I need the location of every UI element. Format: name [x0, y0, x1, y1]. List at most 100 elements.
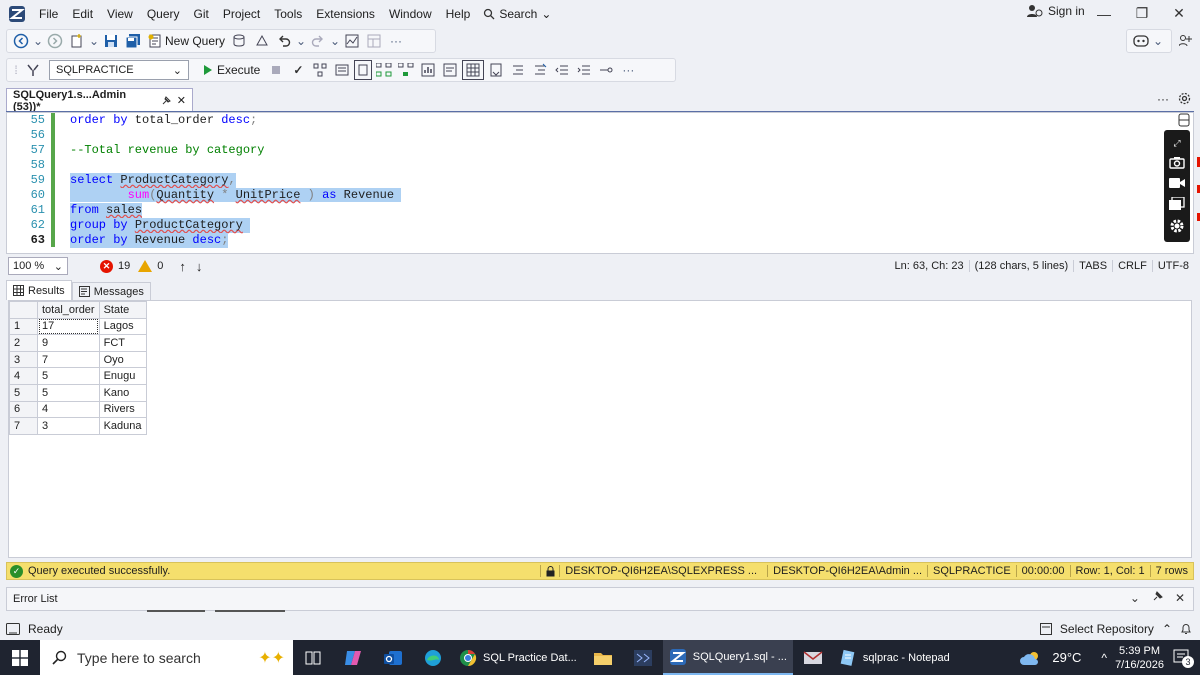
error-list-panel[interactable]: Error List ⌄ ✕	[6, 587, 1194, 612]
video-camera-icon[interactable]	[1169, 177, 1185, 189]
table-row[interactable]: 2 9 FCT	[9, 334, 147, 352]
table-row[interactable]: 4 5 Enugu	[9, 367, 147, 385]
database-selector[interactable]: SQLPRACTICE ⌄	[49, 60, 189, 80]
table-cell[interactable]: Enugu	[98, 367, 147, 385]
chevron-down-icon[interactable]: ⌄	[1153, 31, 1163, 51]
table-row[interactable]: 6 4 Rivers	[9, 400, 147, 419]
new-query-button[interactable]: New Query	[145, 34, 228, 48]
table-cell[interactable]: 17	[37, 317, 100, 336]
visual-studio-icon[interactable]	[623, 640, 663, 675]
database-query-icon[interactable]	[230, 31, 250, 51]
chevron-down-icon[interactable]: ⌄	[89, 31, 99, 51]
minimize-button[interactable]: —	[1085, 0, 1123, 27]
menu-edit[interactable]: Edit	[65, 3, 100, 25]
forward-icon[interactable]	[45, 31, 65, 51]
table-row[interactable]: 3 7 Oyo	[9, 350, 147, 369]
redo-icon[interactable]	[308, 31, 328, 51]
zoom-selector[interactable]: 100 % ⌄	[8, 257, 68, 275]
live-query-stats-icon[interactable]	[396, 60, 416, 80]
table-cell[interactable]: 5	[37, 383, 100, 402]
camera-icon[interactable]	[1169, 156, 1185, 170]
outlook-app-icon[interactable]	[373, 640, 413, 675]
query-options-icon[interactable]	[332, 60, 352, 80]
activity-monitor-icon[interactable]	[342, 31, 362, 51]
menu-view[interactable]: View	[100, 3, 140, 25]
window-layout-icon[interactable]	[364, 31, 384, 51]
chevron-down-icon[interactable]: ⌄	[1130, 591, 1140, 605]
analysis-query-icon[interactable]	[252, 31, 272, 51]
close-tab-icon[interactable]: ✕	[177, 94, 186, 107]
share-icon[interactable]	[1176, 30, 1196, 50]
gear-icon[interactable]	[1169, 218, 1185, 234]
table-row[interactable]: 7 3 Kaduna	[9, 417, 147, 435]
table-row[interactable]: 5 5 Kano	[9, 383, 147, 402]
table-cell[interactable]: Oyo	[98, 350, 147, 369]
table-row[interactable]: 1 17 Lagos	[9, 317, 147, 336]
column-header[interactable]: total_order	[37, 301, 100, 319]
copilot-app-icon[interactable]	[333, 640, 373, 675]
search-menu[interactable]: Search ⌄	[477, 7, 557, 21]
sign-in-button[interactable]: Sign in	[1027, 4, 1085, 18]
specify-values-icon[interactable]	[596, 60, 616, 80]
copilot-icon[interactable]	[1131, 31, 1151, 51]
close-icon[interactable]: ✕	[1175, 591, 1185, 605]
table-cell[interactable]: 5	[37, 367, 100, 385]
close-window-button[interactable]: ✕	[1160, 0, 1198, 27]
select-repository[interactable]: Select Repository	[1060, 622, 1154, 636]
chevron-down-icon[interactable]: ⌄	[296, 31, 306, 51]
edge-app-icon[interactable]	[413, 640, 453, 675]
menu-tools[interactable]: Tools	[267, 3, 309, 25]
menu-query[interactable]: Query	[140, 3, 187, 25]
include-actual-plan-icon[interactable]	[374, 60, 394, 80]
results-grid[interactable]: total_order State 1 17 Lagos 2 9 FCT 3 7…	[9, 301, 147, 435]
decrease-indent-icon[interactable]	[552, 60, 572, 80]
execute-button[interactable]: Execute	[199, 63, 264, 77]
more-options-icon[interactable]: ···	[618, 60, 638, 80]
menu-help[interactable]: Help	[439, 3, 478, 25]
menu-project[interactable]: Project	[216, 3, 267, 25]
parse-check-icon[interactable]: ✓	[288, 60, 308, 80]
split-editor-icon[interactable]	[1177, 113, 1191, 127]
chevron-up-icon[interactable]: ^	[1101, 651, 1107, 665]
save-icon[interactable]	[101, 31, 121, 51]
tab-overflow-icon[interactable]: ···	[1157, 92, 1169, 106]
pin-icon[interactable]	[1152, 591, 1163, 605]
pin-icon[interactable]	[161, 95, 171, 106]
back-icon[interactable]	[11, 31, 31, 51]
intellisense-icon[interactable]	[354, 60, 373, 80]
chevron-down-icon[interactable]: ⌄	[33, 31, 43, 51]
notification-bell-icon[interactable]	[1180, 623, 1192, 635]
display-plan-icon[interactable]	[310, 60, 330, 80]
menu-git[interactable]: Git	[187, 3, 216, 25]
warning-count[interactable]: 0	[138, 260, 163, 272]
task-sqlquery1[interactable]: SQLQuery1.sql - ...	[662, 640, 793, 675]
chevron-down-icon[interactable]: ⌄	[330, 31, 340, 51]
tab-results[interactable]: Results	[6, 280, 72, 300]
table-cell[interactable]: Lagos	[98, 317, 147, 336]
clock[interactable]: 5:39 PM 7/16/2026	[1115, 644, 1164, 672]
increase-indent-icon[interactable]	[574, 60, 594, 80]
taskbar-search-box[interactable]: Type here to search ✦✦	[40, 640, 293, 675]
stop-icon[interactable]	[266, 60, 286, 80]
chevron-up-icon[interactable]: ⌃	[1162, 622, 1172, 636]
client-statistics-icon[interactable]	[418, 60, 438, 80]
column-header[interactable]: State	[98, 301, 147, 319]
line-ending[interactable]: CRLF	[1112, 260, 1152, 272]
tab-sqlquery1[interactable]: SQLQuery1.s...Admin (53))* ✕	[6, 88, 193, 113]
table-cell[interactable]: Rivers	[98, 400, 147, 419]
capture-expand-icon[interactable]: ⤢	[1173, 138, 1180, 149]
encoding[interactable]: UTF-8	[1151, 260, 1194, 272]
weather-icon[interactable]	[1020, 650, 1044, 666]
table-cell[interactable]: 7	[37, 350, 100, 369]
restore-button[interactable]: ❐	[1123, 0, 1161, 27]
results-to-file-icon[interactable]	[486, 60, 506, 80]
gear-icon[interactable]	[1178, 92, 1191, 105]
tab-messages[interactable]: Messages	[71, 282, 151, 300]
gallery-icon[interactable]	[1169, 196, 1185, 211]
more-options-icon[interactable]: ···	[386, 31, 406, 51]
sql-editor[interactable]: 55 56 57 58 59 60 61 62 63 order by tota…	[6, 112, 1200, 254]
arrow-down-icon[interactable]: ↓	[196, 259, 203, 274]
connect-icon[interactable]	[23, 60, 43, 80]
table-cell[interactable]: Kano	[98, 383, 147, 402]
task-notepad[interactable]: sqlprac - Notepad	[833, 640, 956, 675]
